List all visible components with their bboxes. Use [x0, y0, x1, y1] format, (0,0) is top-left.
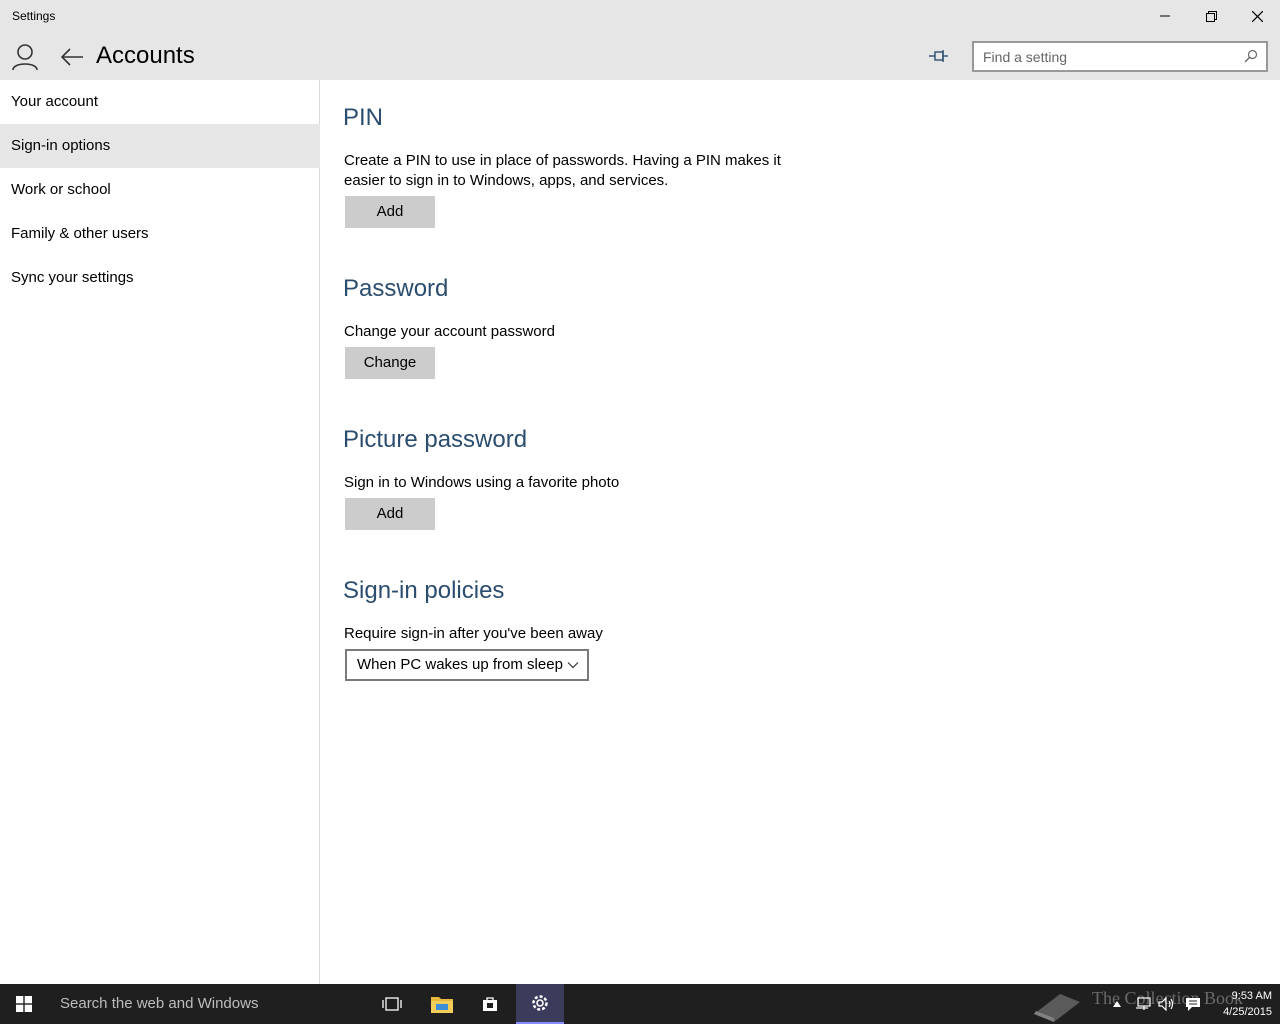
watermark-book-icon [1034, 994, 1080, 1022]
clock-date: 4/25/2015 [1223, 1006, 1272, 1018]
task-view-icon [382, 997, 402, 1011]
chevron-down-icon [567, 662, 579, 669]
page-title: Accounts [96, 42, 195, 69]
search-input[interactable] [974, 43, 1234, 70]
account-icon [12, 43, 38, 71]
minimize-button[interactable] [1142, 0, 1188, 32]
clock-time: 9:53 AM [1231, 990, 1272, 1002]
picture-password-description: Sign in to Windows using a favorite phot… [344, 474, 620, 491]
search-icon[interactable] [1244, 49, 1258, 63]
sidebar-item-your-account[interactable]: Your account [0, 80, 320, 124]
store-button[interactable] [466, 984, 514, 1024]
sidebar-item-work-or-school[interactable]: Work or school [0, 168, 320, 212]
taskbar: Search the web and Windows The Collectio… [0, 984, 1280, 1024]
start-button[interactable] [0, 984, 48, 1024]
main-content: PIN Create a PIN to use in place of pass… [321, 80, 1280, 984]
title-bar: Settings Accounts [0, 0, 1280, 80]
taskbar-clock[interactable]: 9:53 AM 4/25/2015 [1206, 988, 1272, 1020]
back-button[interactable] [58, 43, 86, 71]
sidebar-item-sync-settings[interactable]: Sync your settings [0, 256, 320, 300]
sidebar-item-sign-in-options[interactable]: Sign-in options [0, 124, 320, 168]
volume-button[interactable] [1156, 984, 1178, 1024]
taskbar-search-box[interactable]: Search the web and Windows [48, 984, 368, 1024]
sidebar: Your account Sign-in options Work or sch… [0, 80, 320, 984]
speaker-icon [1158, 997, 1174, 1011]
network-icon [1136, 997, 1151, 1010]
close-icon [1251, 10, 1263, 22]
password-heading: Password [343, 275, 449, 302]
settings-app-button[interactable] [516, 984, 564, 1024]
pin-add-button[interactable]: Add [345, 196, 435, 228]
close-button[interactable] [1234, 0, 1280, 32]
picture-password-heading: Picture password [343, 426, 528, 453]
restore-icon [1205, 10, 1217, 22]
pin-to-start-button[interactable] [924, 42, 954, 70]
pin-heading: PIN [343, 104, 384, 131]
require-signin-selected-value: When PC wakes up from sleep [357, 656, 563, 673]
password-change-button[interactable]: Change [345, 347, 435, 379]
restore-button[interactable] [1188, 0, 1234, 32]
action-center-button[interactable] [1182, 984, 1204, 1024]
store-bag-icon [483, 997, 497, 1011]
require-signin-dropdown[interactable]: When PC wakes up from sleep [345, 649, 589, 681]
signin-policies-heading: Sign-in policies [343, 577, 505, 604]
task-view-button[interactable] [368, 984, 416, 1024]
network-button[interactable] [1132, 984, 1154, 1024]
pin-icon [929, 50, 948, 62]
password-description: Change your account password [344, 323, 555, 340]
file-explorer-button[interactable] [418, 984, 466, 1024]
message-icon [1186, 997, 1200, 1011]
gear-icon [532, 995, 548, 1011]
windows-logo-icon [16, 996, 32, 1012]
sidebar-item-family-other-users[interactable]: Family & other users [0, 212, 320, 256]
picture-password-add-button[interactable]: Add [345, 498, 435, 530]
pin-description: Create a PIN to use in place of password… [344, 152, 781, 189]
window-title: Settings [12, 9, 56, 23]
minimize-icon [1160, 15, 1170, 17]
chevron-up-icon [1113, 1001, 1121, 1007]
search-box[interactable] [972, 41, 1268, 72]
back-arrow-icon [60, 48, 83, 66]
show-hidden-icons-button[interactable] [1110, 984, 1124, 1024]
signin-policies-description: Require sign-in after you've been away [344, 625, 603, 642]
folder-icon [431, 997, 453, 1013]
